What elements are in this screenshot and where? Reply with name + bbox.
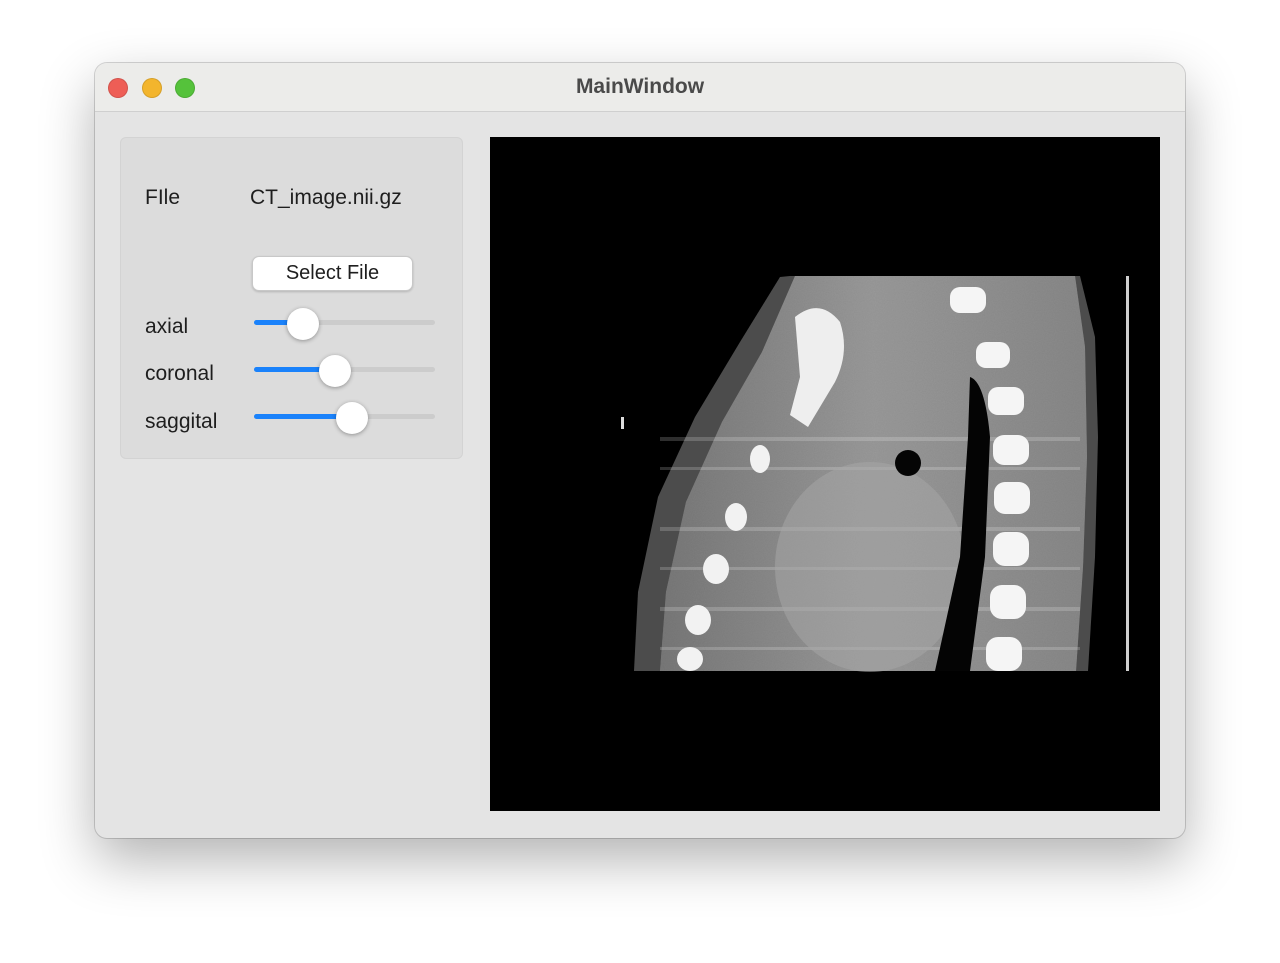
artifact-marker [621,417,624,429]
table-line [1126,276,1129,671]
heart-region [775,462,965,672]
image-viewer[interactable] [490,137,1160,811]
saggital-slider[interactable] [254,402,435,434]
coronal-slider[interactable] [254,355,435,387]
slider-thumb[interactable] [319,355,352,387]
coronal-label: coronal [145,362,214,385]
slider-thumb[interactable] [335,402,368,434]
select-file-button[interactable]: Select File [252,256,413,291]
title-bar: MainWindow [95,63,1185,112]
window-title: MainWindow [575,75,705,98]
file-name: CT_image.nii.gz [250,186,402,209]
slider-thumb[interactable] [286,308,319,340]
trachea-air [895,450,921,476]
file-label: FIle [145,186,181,209]
main-window: MainWindow FIle CT_image.nii.gz Select F… [95,63,1185,838]
axial-slider[interactable] [254,308,435,340]
saggital-label: saggital [145,410,218,433]
controls-panel: FIle CT_image.nii.gz Select File axial c… [120,137,463,459]
ct-slice-image [621,276,1129,672]
axial-label: axial [145,315,189,338]
